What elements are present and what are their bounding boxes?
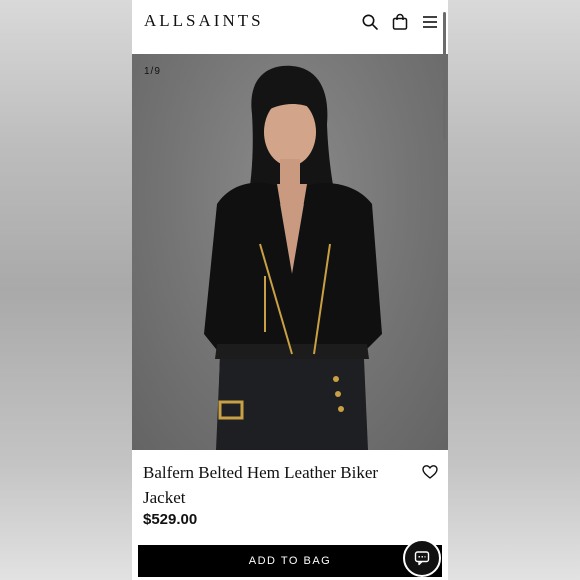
product-price: $529.00 [143, 511, 198, 528]
heart-icon[interactable] [422, 464, 438, 480]
product-title: Balfern Belted Hem Leather Biker Jacket [143, 463, 379, 507]
bag-icon[interactable] [391, 13, 409, 31]
product-info: Balfern Belted Hem Leather Biker Jacket [143, 460, 443, 510]
chat-button[interactable] [403, 539, 441, 577]
mobile-page: ALLSAINTS 1/9 Balfern Belted Hem Leather… [132, 0, 448, 580]
menu-icon[interactable] [421, 13, 439, 31]
scrollbar[interactable] [443, 12, 446, 140]
image-counter: 1/9 [144, 66, 161, 77]
chat-icon [414, 551, 430, 566]
site-header: ALLSAINTS [132, 0, 448, 54]
add-to-bag-button[interactable]: ADD TO BAG [138, 545, 442, 577]
search-icon[interactable] [361, 13, 379, 31]
brand-logo[interactable]: ALLSAINTS [144, 11, 264, 31]
product-image-gallery[interactable]: 1/9 [132, 54, 448, 450]
product-photo [204, 65, 382, 450]
